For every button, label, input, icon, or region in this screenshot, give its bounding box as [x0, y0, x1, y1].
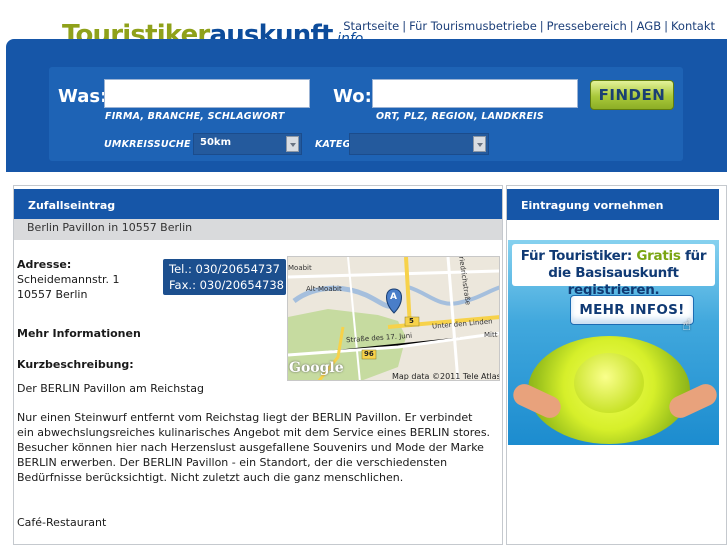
promo-headline: Für Touristiker: Gratis für die Basisaus…	[512, 244, 715, 298]
map-label-route-5: 5	[409, 317, 414, 325]
phone-number: Tel.: 030/20654737	[169, 262, 280, 276]
address-city: 10557 Berlin	[17, 288, 88, 301]
was-search-input[interactable]	[104, 79, 310, 108]
map-label-mitte: Mitt	[484, 331, 498, 339]
radius-select-value: 50km	[200, 137, 231, 148]
description-body: Nur einen Steinwurf entfernt vom Reichst…	[17, 411, 491, 484]
map-label-alt-moabit: Alt-Moabit	[306, 285, 342, 293]
location-map[interactable]: Moabit Alt-Moabit Straße des 17. Juni Un…	[287, 256, 500, 381]
finden-button[interactable]: FINDEN	[590, 80, 674, 110]
description-title: Der BERLIN Pavillon am Reichstag	[17, 382, 204, 395]
address-label: Adresse:	[17, 258, 72, 271]
more-info-link[interactable]: Mehr Informationen	[17, 326, 141, 341]
was-label: Was:	[58, 86, 108, 107]
address-street: Scheidemannstr. 1	[17, 273, 120, 286]
registration-promo-banner[interactable]: Für Touristiker: Gratis für die Basisaus…	[508, 240, 719, 445]
nav-separator: |	[664, 19, 668, 33]
promo-line1-highlight: Gratis	[636, 248, 681, 264]
top-navigation: Startseite | Für Tourismusbetriebe | Presseb…	[343, 19, 715, 33]
radius-select[interactable]: 50km	[193, 133, 302, 155]
sidebar-heading: Eintragung vornehmen	[507, 189, 719, 220]
fax-number: Fax.: 030/20654738	[169, 278, 284, 292]
category-select[interactable]	[349, 133, 489, 155]
sunhat-crown-image	[574, 353, 644, 413]
map-label-moabit: Moabit	[288, 264, 312, 272]
nav-agb-link[interactable]: AGB	[637, 19, 661, 33]
nav-separator: |	[629, 19, 634, 33]
nav-tourismusbetriebe-link[interactable]: Für Tourismusbetriebe	[409, 19, 537, 33]
wo-label: Wo:	[333, 86, 372, 107]
nav-separator: |	[402, 19, 407, 33]
pointer-hand-icon: ☝	[682, 316, 692, 334]
contact-box: Tel.: 030/20654737 Fax.: 030/20654738	[163, 259, 286, 295]
map-credit: Map data ©2011 Tele Atlas	[392, 372, 500, 381]
nav-pressebereich-link[interactable]: Pressebereich	[547, 19, 627, 33]
wo-search-input[interactable]	[372, 79, 578, 108]
promo-line1-suffix: für	[680, 248, 707, 264]
wo-hint: ORT, PLZ, REGION, LANDKREIS	[376, 111, 544, 122]
nav-startseite-link[interactable]: Startseite	[343, 19, 399, 33]
random-entry-title[interactable]: Berlin Pavillon in 10557 Berlin	[14, 219, 502, 240]
nav-kontakt-link[interactable]: Kontakt	[671, 19, 715, 33]
category-text: Café-Restaurant	[17, 516, 107, 529]
nav-separator: |	[539, 19, 544, 33]
promo-line1-prefix: Für Touristiker:	[520, 248, 637, 264]
mehr-infos-button[interactable]: MEHR INFOS!	[570, 295, 694, 325]
chevron-down-icon	[286, 136, 299, 152]
was-hint: FIRMA, BRANCHE, SCHLAGWORT	[105, 111, 285, 122]
chevron-down-icon	[473, 136, 486, 152]
radius-label: UMKREISSUCHE	[104, 139, 191, 150]
short-description-label: Kurzbeschreibung:	[17, 358, 134, 371]
random-entry-heading: Zufallseintrag	[14, 189, 502, 220]
google-logo: Google	[289, 360, 344, 376]
promo-line2: die Basisauskunft registrieren.	[548, 265, 679, 298]
map-marker-icon[interactable]: A	[390, 292, 397, 302]
map-label-route-96: 96	[364, 350, 374, 358]
